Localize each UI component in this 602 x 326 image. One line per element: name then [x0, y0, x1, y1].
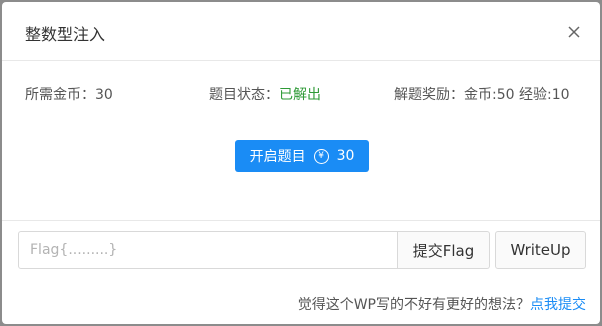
writeup-button[interactable]: WriteUp — [495, 231, 586, 269]
cost-info: 所需金币：30 — [25, 84, 113, 104]
reward-value: 金币:50 经验:10 — [464, 87, 570, 103]
challenge-modal: 整数型注入 所需金币：30 题目状态：已解出 解题奖励：金币:50 经验:10 … — [2, 2, 600, 324]
status-label: 题目状态： — [209, 87, 279, 103]
reward-info: 解题奖励：金币:50 经验:10 — [394, 84, 570, 104]
footer-question: 觉得这个WP写的不好有更好的想法？ — [297, 297, 530, 313]
divider — [2, 220, 600, 221]
start-challenge-label: 开启题目 — [249, 149, 306, 165]
start-challenge-cost: 30 — [336, 148, 355, 164]
submit-flag-button[interactable]: 提交Flag — [398, 231, 490, 269]
reward-label: 解题奖励： — [394, 87, 464, 103]
close-icon[interactable] — [562, 20, 586, 44]
status-value: 已解出 — [279, 87, 321, 103]
cost-label: 所需金币： — [25, 87, 95, 103]
status-info: 题目状态：已解出 — [209, 84, 321, 104]
footer-feedback: 觉得这个WP写的不好有更好的想法？点我提交 — [298, 294, 586, 314]
start-challenge-button[interactable]: 开启题目 ¥ 30 — [235, 140, 369, 172]
cost-value: 30 — [95, 87, 113, 103]
flag-input[interactable] — [18, 231, 398, 269]
submit-wp-link[interactable]: 点我提交 — [530, 297, 586, 313]
modal-title: 整数型注入 — [25, 25, 106, 44]
coin-icon: ¥ — [313, 148, 329, 164]
modal-header: 整数型注入 — [2, 2, 600, 61]
